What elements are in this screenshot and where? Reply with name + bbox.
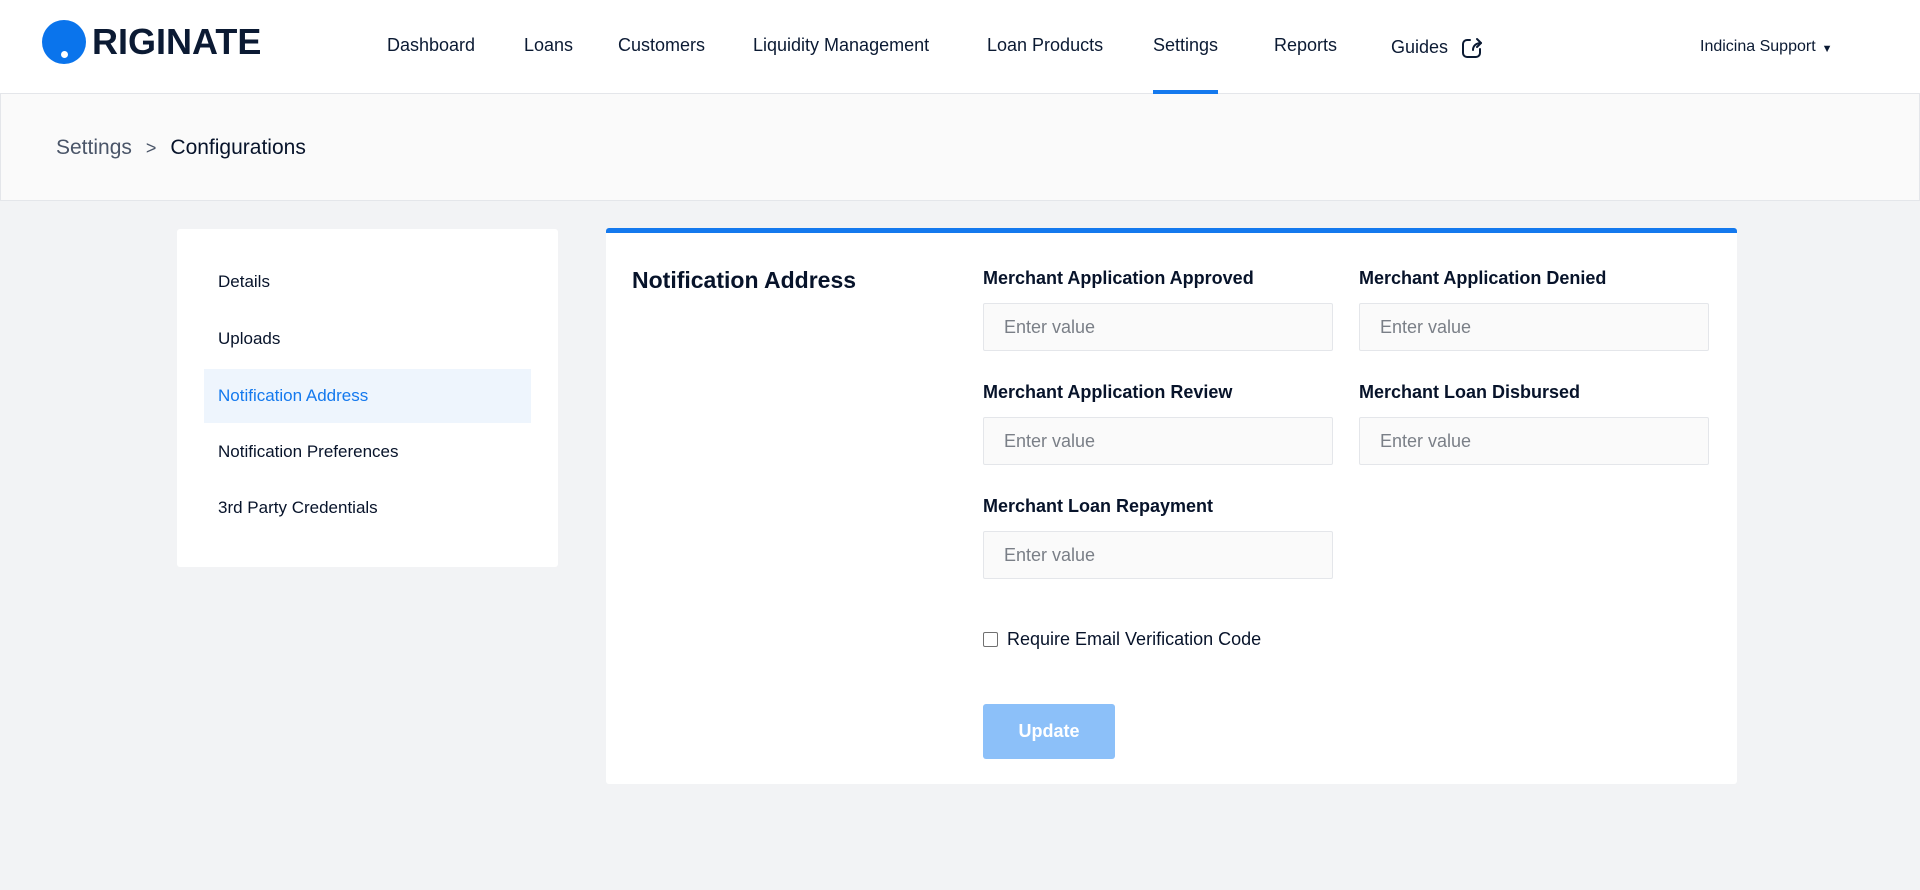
nav-item-settings[interactable]: Settings — [1153, 0, 1219, 94]
nav-item-liquidity-management[interactable]: Liquidity Management — [753, 0, 929, 94]
settings-side-menu: Details Uploads Notification Address Not… — [177, 229, 558, 567]
nav-item-reports[interactable]: Reports — [1274, 0, 1337, 94]
caret-down-icon: ▼ — [1821, 42, 1833, 55]
user-name: Indicina Support — [1700, 38, 1816, 55]
breadcrumb-separator: > — [145, 137, 157, 158]
logo-circle-icon — [42, 20, 86, 64]
merchant-loan-repayment-input[interactable] — [983, 531, 1333, 579]
breadcrumb-current: Configurations — [170, 136, 306, 159]
nav-item-guides[interactable]: Guides — [1391, 0, 1484, 94]
nav-item-customers[interactable]: Customers — [618, 0, 705, 94]
require-email-verification-row: Require Email Verification Code — [983, 629, 1261, 650]
merchant-application-review-label: Merchant Application Review — [983, 382, 1233, 402]
nav-item-loan-products[interactable]: Loan Products — [987, 0, 1103, 94]
panel-title: Notification Address — [632, 267, 857, 293]
nav-item-loans[interactable]: Loans — [524, 0, 573, 94]
merchant-application-denied-label: Merchant Application Denied — [1359, 268, 1607, 288]
side-menu-item-uploads[interactable]: Uploads — [204, 312, 531, 366]
update-button[interactable]: Update — [983, 704, 1115, 759]
nav-item-dashboard[interactable]: Dashboard — [387, 0, 475, 94]
breadcrumb-bar: Settings > Configurations — [0, 94, 1920, 201]
breadcrumb: Settings > Configurations — [56, 136, 306, 160]
merchant-loan-disbursed-input[interactable] — [1359, 417, 1709, 465]
merchant-loan-repayment-label: Merchant Loan Repayment — [983, 496, 1214, 516]
side-menu-item-notification-preferences[interactable]: Notification Preferences — [204, 425, 531, 479]
merchant-loan-disbursed-label: Merchant Loan Disbursed — [1359, 382, 1581, 402]
side-menu-item-3rd-party-credentials[interactable]: 3rd Party Credentials — [204, 481, 531, 535]
require-email-verification-checkbox[interactable] — [983, 632, 998, 647]
brand-name: RIGINATE — [92, 21, 262, 62]
nav-item-guides-label: Guides — [1391, 37, 1449, 57]
side-menu-item-notification-address[interactable]: Notification Address — [204, 369, 531, 423]
merchant-application-review-input[interactable] — [983, 417, 1333, 465]
merchant-application-approved-label: Merchant Application Approved — [983, 268, 1254, 288]
notification-address-panel: Notification Address Merchant Applicatio… — [606, 228, 1737, 784]
external-link-icon — [1462, 38, 1483, 58]
brand-logo[interactable]: RIGINATE — [42, 19, 261, 65]
merchant-application-approved-input[interactable] — [983, 303, 1333, 351]
top-navigation-bar: RIGINATE Dashboard Loans Customers Liqui… — [0, 0, 1920, 94]
merchant-application-denied-input[interactable] — [1359, 303, 1709, 351]
require-email-verification-label[interactable]: Require Email Verification Code — [1007, 629, 1261, 650]
breadcrumb-settings-link[interactable]: Settings — [56, 136, 132, 160]
side-menu-item-details[interactable]: Details — [204, 255, 531, 309]
user-menu[interactable]: Indicina Support ▼ — [1700, 0, 1833, 94]
